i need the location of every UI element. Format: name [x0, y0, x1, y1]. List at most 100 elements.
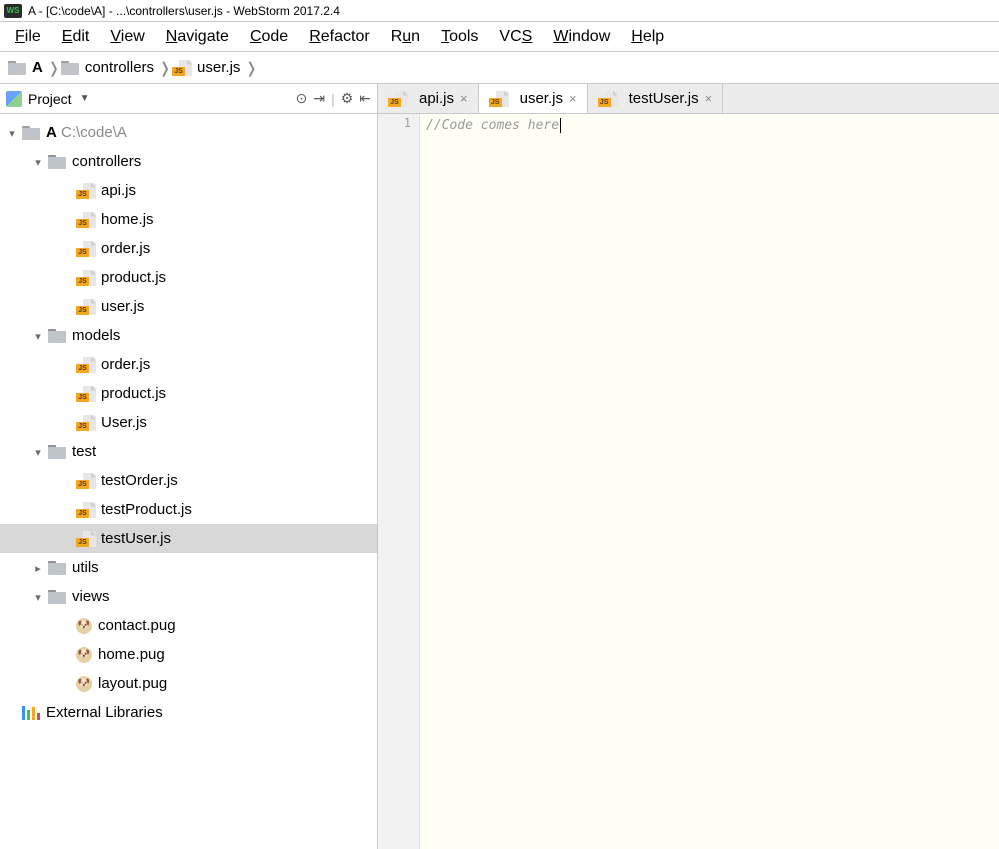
chevron-down-icon[interactable]: ▾ [6, 127, 18, 140]
code-area[interactable]: 1 //Code comes here [378, 114, 999, 849]
chevron-down-icon[interactable]: ▾ [32, 330, 44, 343]
js-file-icon: JS [76, 270, 96, 286]
tree-folder-utils[interactable]: ▸ utils [0, 553, 377, 582]
tree-external-libraries[interactable]: External Libraries [0, 698, 377, 727]
js-file-icon: JS [76, 415, 96, 431]
menu-navigate[interactable]: Navigate [157, 25, 238, 49]
tree-node-label: External Libraries [46, 704, 163, 721]
tree-file[interactable]: ·🐶home.pug [0, 640, 377, 669]
menu-window[interactable]: Window [544, 25, 619, 49]
close-icon[interactable]: × [460, 91, 468, 106]
project-tree[interactable]: ▾ A C:\code\A ▾ controllers ·JSapi.js ·J… [0, 114, 377, 849]
tree-node-label: controllers [72, 153, 141, 170]
js-file-icon: JS [388, 91, 408, 107]
folder-icon [48, 155, 66, 169]
chevron-down-icon[interactable]: ▾ [32, 156, 44, 169]
chevron-down-icon[interactable]: ▾ [32, 591, 44, 604]
gutter: 1 [378, 114, 420, 849]
tree-node-label: models [72, 327, 120, 344]
editor-tab[interactable]: JS user.js × [479, 84, 588, 113]
breadcrumb-root[interactable]: A [6, 59, 49, 76]
menu-edit[interactable]: Edit [53, 25, 99, 49]
text-caret [560, 118, 561, 133]
breadcrumb-label: A [32, 59, 43, 76]
menu-file[interactable]: File [6, 25, 50, 49]
tree-folder-test[interactable]: ▾ test [0, 437, 377, 466]
menu-view[interactable]: View [101, 25, 153, 49]
tree-node-hint: C:\code\A [61, 124, 127, 141]
menu-refactor[interactable]: Refactor [300, 25, 378, 49]
gear-icon[interactable]: ⚙ [341, 90, 354, 107]
pug-file-icon: 🐶 [76, 647, 92, 663]
editor-tabs: JS api.js × JS user.js × JS testUser.js … [378, 84, 999, 114]
hide-icon[interactable]: ⇤ [359, 90, 371, 107]
tab-label: user.js [520, 90, 563, 107]
tree-file[interactable]: ·JSorder.js [0, 234, 377, 263]
js-file-icon: JS [172, 60, 192, 76]
breadcrumb-folder[interactable]: controllers [59, 59, 160, 76]
js-file-icon: JS [76, 183, 96, 199]
tree-node-label: User.js [101, 414, 147, 431]
folder-icon [61, 61, 79, 75]
pug-file-icon: 🐶 [76, 676, 92, 692]
tree-node-label: testUser.js [101, 530, 171, 547]
tree-root[interactable]: ▾ A C:\code\A [0, 118, 377, 147]
breadcrumb-file[interactable]: JS user.js [170, 59, 246, 76]
tree-file[interactable]: ·JSuser.js [0, 292, 377, 321]
tab-label: testUser.js [629, 90, 699, 107]
tree-file[interactable]: ·JShome.js [0, 205, 377, 234]
tree-folder-views[interactable]: ▾ views [0, 582, 377, 611]
tree-node-label: home.pug [98, 646, 165, 663]
tree-file[interactable]: ·JSapi.js [0, 176, 377, 205]
folder-icon [8, 61, 26, 75]
sidebar-title[interactable]: Project [28, 91, 72, 107]
close-icon[interactable]: × [569, 91, 577, 106]
chevron-right-icon: ❭ [49, 58, 59, 78]
tree-node-label: product.js [101, 269, 166, 286]
tree-node-label: layout.pug [98, 675, 167, 692]
menu-help[interactable]: Help [622, 25, 673, 49]
tree-node-label: user.js [101, 298, 144, 315]
tree-file[interactable]: ·🐶layout.pug [0, 669, 377, 698]
tree-file[interactable]: ·JSproduct.js [0, 379, 377, 408]
chevron-right-icon[interactable]: ▸ [32, 562, 44, 575]
menu-vcs[interactable]: VCS [490, 25, 541, 49]
folder-icon [22, 126, 40, 140]
tree-file[interactable]: ·JSorder.js [0, 350, 377, 379]
code-editor[interactable]: //Code comes here [420, 114, 999, 849]
tree-file[interactable]: ·JSUser.js [0, 408, 377, 437]
tree-node-label: A [46, 124, 57, 141]
collapse-all-icon[interactable]: ⇥ [313, 90, 325, 107]
menu-tools[interactable]: Tools [432, 25, 487, 49]
folder-icon [48, 590, 66, 604]
editor-tab[interactable]: JS testUser.js × [588, 84, 724, 113]
tree-node-label: utils [72, 559, 99, 576]
chevron-down-icon[interactable]: ▾ [32, 446, 44, 459]
menu-run[interactable]: Run [382, 25, 429, 49]
tree-node-label: order.js [101, 240, 150, 257]
menubar: File Edit View Navigate Code Refactor Ru… [0, 22, 999, 52]
js-file-icon: JS [76, 241, 96, 257]
close-icon[interactable]: × [705, 91, 713, 106]
scroll-from-source-icon[interactable]: ⊙ [296, 90, 308, 107]
tree-node-label: test [72, 443, 96, 460]
js-file-icon: JS [76, 502, 96, 518]
pug-file-icon: 🐶 [76, 618, 92, 634]
tree-file[interactable]: ·JSproduct.js [0, 263, 377, 292]
js-file-icon: JS [598, 91, 618, 107]
tree-file[interactable]: ·🐶contact.pug [0, 611, 377, 640]
tree-file[interactable]: ·JStestProduct.js [0, 495, 377, 524]
tree-node-label: home.js [101, 211, 154, 228]
tree-file[interactable]: ·JStestUser.js [0, 524, 377, 553]
menu-code[interactable]: Code [241, 25, 297, 49]
editor-tab[interactable]: JS api.js × [378, 84, 479, 113]
tree-node-label: contact.pug [98, 617, 176, 634]
js-file-icon: JS [76, 357, 96, 373]
tree-folder-models[interactable]: ▾ models [0, 321, 377, 350]
js-file-icon: JS [76, 531, 96, 547]
chevron-right-icon: ❭ [246, 58, 256, 78]
chevron-down-icon[interactable]: ▼ [80, 93, 90, 104]
tree-file[interactable]: ·JStestOrder.js [0, 466, 377, 495]
js-file-icon: JS [76, 386, 96, 402]
tree-folder-controllers[interactable]: ▾ controllers [0, 147, 377, 176]
